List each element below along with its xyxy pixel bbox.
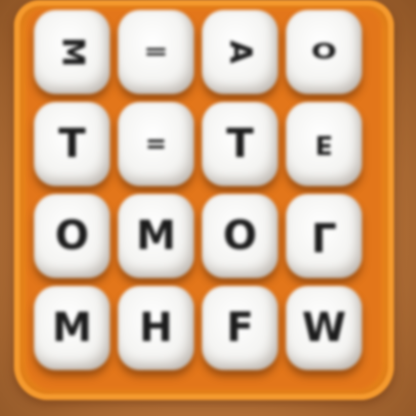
cube-letter: W — [301, 305, 347, 351]
letter-cube[interactable]: W — [286, 286, 362, 370]
cube-letter: O — [54, 213, 89, 259]
cube-letter: L — [311, 213, 337, 259]
letter-cube[interactable]: F — [202, 286, 278, 370]
letter-cube[interactable]: A — [202, 10, 278, 94]
cube-letter: A — [223, 40, 258, 64]
cube-letter: M — [52, 305, 92, 351]
cube-letter: M — [136, 213, 176, 259]
cube-letter: M — [54, 37, 90, 67]
letter-cube[interactable]: H — [118, 286, 194, 370]
cube-letter: = — [145, 129, 167, 159]
cube-letter: H — [139, 305, 173, 351]
letter-cube[interactable]: = — [118, 102, 194, 186]
cube-letter: O — [311, 39, 337, 64]
cube-letter: = — [143, 39, 169, 64]
letter-cube[interactable]: T — [34, 102, 110, 186]
letter-cube[interactable]: L — [286, 194, 362, 278]
cube-letter: F — [226, 305, 254, 351]
letter-cube[interactable]: M — [34, 286, 110, 370]
letter-cube[interactable]: T — [202, 102, 278, 186]
letter-cube[interactable]: M — [118, 194, 194, 278]
cube-letter: T — [226, 121, 254, 167]
letter-cube[interactable]: = — [118, 10, 194, 94]
letter-cube[interactable]: O — [286, 10, 362, 94]
cube-letter: T — [58, 121, 86, 167]
cube-letter: O — [222, 213, 257, 259]
cube-letter: E — [315, 129, 333, 159]
letter-cube[interactable]: O — [34, 194, 110, 278]
letter-cube[interactable]: E — [286, 102, 362, 186]
letter-cube[interactable]: O — [202, 194, 278, 278]
letter-cube[interactable]: M — [34, 10, 110, 94]
letter-cube-grid: M = A O T = T E O M O L M H F W — [34, 10, 374, 380]
